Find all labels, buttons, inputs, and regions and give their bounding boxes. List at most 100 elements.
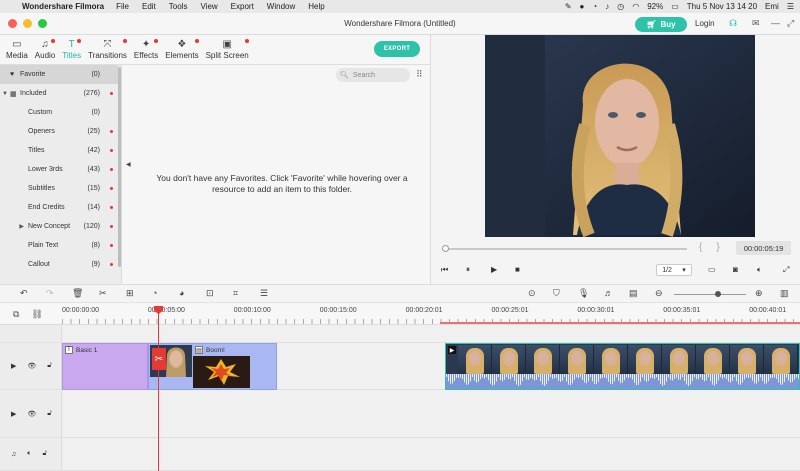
preview-video-frame[interactable]: [485, 35, 755, 237]
lock-icon[interactable]: 🔓︎: [47, 362, 52, 370]
fullscreen-preview-icon[interactable]: ⤢: [783, 265, 789, 275]
headset-icon[interactable]: ☊: [729, 18, 737, 29]
pen-icon[interactable]: ✎: [565, 2, 572, 11]
sidebar-item-favorite[interactable]: ♥ Favorite (0): [0, 65, 118, 84]
play-icon[interactable]: ▶: [491, 265, 497, 274]
eye-icon[interactable]: 👁︎: [27, 410, 36, 418]
export-button[interactable]: EXPORT: [374, 41, 420, 57]
menu-help[interactable]: Help: [308, 2, 324, 11]
marker-icon[interactable]: ⛉: [553, 288, 560, 299]
menu-export[interactable]: Export: [231, 2, 254, 11]
login-link[interactable]: Login: [695, 19, 715, 28]
sidebar-item-new-concept[interactable]: ▶ New Concept (120): [0, 217, 118, 236]
sidebar-scrollbar[interactable]: [118, 67, 121, 267]
search-input[interactable]: 🔍︎ Search: [336, 68, 410, 82]
delete-icon[interactable]: 🗑︎: [72, 288, 83, 299]
timeline-ruler[interactable]: ⧉ ⛓ 00:00:00:00 00:00:05:00 00:00:10:00 00:…: [0, 303, 800, 325]
sidebar-item-included[interactable]: ▼ ▦ Included (276): [0, 84, 118, 103]
speaker-icon[interactable]: 🔈︎: [27, 450, 31, 458]
redo-icon[interactable]: ↷: [46, 288, 54, 299]
hat-icon[interactable]: ●: [580, 2, 585, 11]
title-clip[interactable]: T Basic 1: [62, 343, 148, 390]
eye-icon[interactable]: 👁︎: [27, 362, 36, 370]
grid-view-icon[interactable]: ⠿: [416, 69, 423, 80]
menubar-user[interactable]: Emi: [765, 2, 779, 11]
audio-settings-icon[interactable]: ♬: [604, 288, 613, 298]
music-icon[interactable]: ♪: [605, 2, 609, 11]
playhead-line[interactable]: [158, 310, 159, 471]
tab-media[interactable]: ▭ Media: [6, 36, 28, 64]
video-clip[interactable]: ▶: [445, 343, 800, 390]
sidebar-item-subtitles[interactable]: Subtitles (15): [0, 179, 118, 198]
preview-scrub-handle[interactable]: [442, 245, 449, 252]
crop-icon[interactable]: ⊞: [126, 288, 134, 299]
stabilize-icon[interactable]: ⌗: [233, 288, 238, 299]
link-icon[interactable]: ⛓: [31, 309, 42, 320]
zoom-out-icon[interactable]: ⊖: [655, 288, 663, 299]
color-icon[interactable]: ◕: [179, 288, 184, 298]
volume-icon[interactable]: 🔈︎: [757, 265, 762, 275]
stop-icon[interactable]: ■: [515, 265, 520, 274]
zoom-slider-handle[interactable]: [715, 291, 721, 297]
menu-file[interactable]: File: [116, 2, 129, 11]
render-icon[interactable]: ⊙: [528, 288, 536, 299]
tab-label: Transitions: [88, 51, 127, 60]
scissors-icon[interactable]: ✂: [152, 348, 166, 370]
chevron-right-icon[interactable]: ▶: [0, 223, 28, 230]
mail-icon[interactable]: ✉: [752, 18, 760, 29]
add-track-icon[interactable]: ⧉: [13, 309, 19, 320]
sidebar-item-lower-3rds[interactable]: Lower 3rds (43): [0, 160, 118, 179]
lock-icon[interactable]: 🔓︎: [42, 450, 47, 458]
menu-window[interactable]: Window: [267, 2, 295, 11]
audio-track[interactable]: ♫ 🔈︎ 🔓︎: [0, 438, 800, 471]
menubar-clock[interactable]: Thu 5 Nov 13 14 20: [687, 2, 757, 11]
tab-audio[interactable]: ♫ Audio: [35, 36, 56, 64]
tab-effects[interactable]: ✦ Effects: [134, 36, 159, 64]
green-screen-icon[interactable]: ⊡: [206, 288, 214, 299]
app-menu[interactable]: Wondershare Filmora: [22, 2, 104, 11]
sidebar-item-end-credits[interactable]: End Credits (14): [0, 198, 118, 217]
audio-mixer-icon[interactable]: ☰: [260, 288, 268, 299]
menu-tools[interactable]: Tools: [169, 2, 188, 11]
display-icon[interactable]: ▭: [708, 265, 716, 274]
collapse-sidebar-icon[interactable]: ◀: [126, 161, 131, 168]
menu-edit[interactable]: Edit: [142, 2, 156, 11]
sidebar-item-callout[interactable]: Callout (9): [0, 255, 118, 274]
fit-timeline-icon[interactable]: ▥: [780, 288, 789, 299]
zoom-slider[interactable]: [674, 294, 746, 295]
voiceover-icon[interactable]: 🎙︎: [578, 288, 589, 299]
tab-titles[interactable]: T Titles: [62, 36, 82, 64]
pause-icon[interactable]: ⏸: [466, 265, 470, 275]
buy-button[interactable]: 🛒︎ Buy: [635, 17, 687, 32]
tab-split-screen[interactable]: ▣ Split Screen: [206, 36, 249, 64]
sidebar-item-titles[interactable]: Titles (42): [0, 141, 118, 160]
chevron-down-icon[interactable]: ▼: [0, 91, 10, 97]
mark-in-out-icons[interactable]: {}: [699, 242, 734, 253]
preview-ratio-select[interactable]: 1/2 ▾: [656, 264, 692, 276]
sidebar-item-openers[interactable]: Openers (25): [0, 122, 118, 141]
zoom-in-icon[interactable]: ⊕: [755, 288, 763, 299]
battery-percent[interactable]: 92%: [647, 2, 663, 11]
wifi-icon[interactable]: ◠: [632, 2, 639, 11]
clock-icon[interactable]: ◷: [617, 2, 624, 11]
subtitle-icon[interactable]: ▤: [629, 288, 638, 299]
minimize-icon[interactable]: —: [771, 18, 780, 28]
sidebar-item-plain-text[interactable]: Plain Text (8): [0, 236, 118, 255]
prev-frame-icon[interactable]: ⏮: [441, 265, 448, 275]
menu-view[interactable]: View: [200, 2, 217, 11]
video-track-2[interactable]: ▶ 👁︎ 🔓︎: [0, 390, 800, 438]
preview-scrub-bar[interactable]: [443, 248, 687, 250]
waveform-bar: [744, 374, 745, 380]
lock-icon[interactable]: 🔓︎: [47, 410, 52, 418]
snapshot-icon[interactable]: ◙: [733, 265, 738, 274]
cut-icon[interactable]: ✂: [99, 288, 107, 299]
sync-icon[interactable]: ◔: [592, 2, 597, 11]
tab-transitions[interactable]: ⤧ Transitions: [88, 36, 127, 64]
fullscreen-icon[interactable]: ⤢: [787, 18, 794, 29]
speed-icon[interactable]: ◔: [152, 288, 157, 298]
sidebar-item-custom[interactable]: Custom (0): [0, 103, 118, 122]
battery-icon[interactable]: ▭: [671, 2, 679, 11]
undo-icon[interactable]: ↶: [20, 288, 28, 299]
tab-elements[interactable]: ❖ Elements: [165, 36, 199, 64]
control-center-icon[interactable]: ☰: [787, 2, 794, 11]
